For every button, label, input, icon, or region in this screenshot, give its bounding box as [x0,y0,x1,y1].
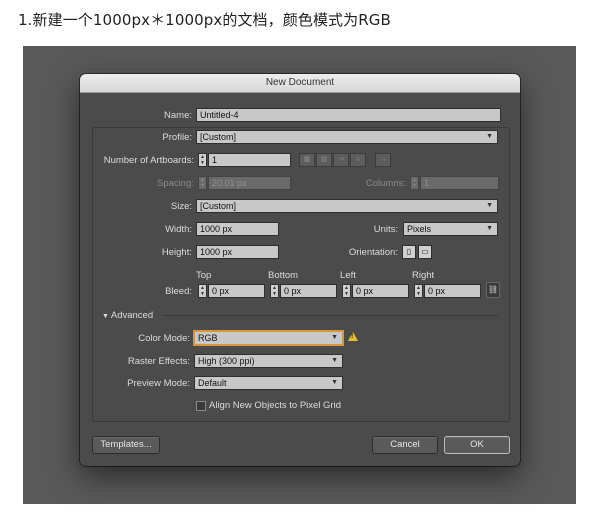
bleed-bottom-stepper[interactable]: ▲ ▼ [270,284,279,298]
preview-mode-select[interactable]: Default ▼ [194,376,343,390]
artboards-label: Number of Artboards: [103,155,194,166]
raster-effects-label: Raster Effects: [127,356,190,367]
chevron-down-icon: ▼ [331,357,338,364]
profile-value: [Custom] [200,132,237,142]
chevron-down-icon: ▼ [331,379,338,386]
color-mode-label: Color Mode: [138,333,190,344]
preview-mode-value: Default [198,378,227,388]
bleed-top-input[interactable]: 0 px [208,284,265,298]
spacing-stepper[interactable]: ▲ ▼ [198,176,207,190]
artboards-stepper[interactable]: ▲ ▼ [198,153,207,167]
warning-triangle-icon: ! [348,332,358,341]
chevron-down-icon: ▼ [486,133,493,140]
templates-button[interactable]: Templates... [92,436,160,454]
name-input[interactable]: Untitled-4 [196,108,501,122]
bleed-right-stepper[interactable]: ▲ ▼ [414,284,423,298]
arrange-by-column-icon[interactable]: ⇣ [350,153,366,167]
height-input[interactable]: 1000 px [196,245,279,259]
spacing-input[interactable]: 20.01 px [208,176,291,190]
bleed-bottom-label: Bottom [268,270,299,281]
size-label: Size: [170,201,192,212]
orientation-label: Orientation: [348,247,398,258]
color-mode-value: RGB [198,333,218,343]
page-caption: 1.新建一个1000px＊1000px的文档，颜色模式为RGB [18,11,391,29]
size-value: [Custom] [200,201,237,211]
align-pixel-grid-checkbox[interactable] [196,401,206,411]
cancel-button[interactable]: Cancel [372,436,438,454]
chain-link-icon[interactable]: ⛓ [486,282,500,298]
ok-button[interactable]: OK [444,436,510,454]
bleed-left-input[interactable]: 0 px [352,284,409,298]
preview-mode-label: Preview Mode: [127,378,190,389]
advanced-toggle[interactable]: ▼ Advanced [102,310,153,321]
spacing-label: Spacing: [157,178,194,189]
size-select[interactable]: [Custom] ▼ [196,199,498,213]
dialog-title: New Document [80,74,520,93]
chevron-down-icon: ▼ [331,334,338,341]
profile-select[interactable]: [Custom] ▼ [196,130,498,144]
units-select[interactable]: Pixels ▼ [403,222,498,236]
bleed-top-stepper[interactable]: ▲ ▼ [198,284,207,298]
columns-label: Columns: [365,178,406,189]
landscape-icon[interactable]: ▭ [418,245,432,259]
portrait-icon[interactable]: ▯ [402,245,416,259]
grid-by-column-icon[interactable]: ▥ [316,153,332,167]
bleed-bottom-input[interactable]: 0 px [280,284,337,298]
name-label: Name: [164,110,192,121]
advanced-divider [162,315,498,316]
bleed-right-label: Right [412,270,435,281]
bleed-label: Bleed: [165,286,192,297]
units-label: Units: [373,224,398,235]
grid-by-row-icon[interactable]: ▦ [299,153,315,167]
chevron-down-icon: ▼ [102,313,111,320]
raster-effects-value: High (300 ppi) [198,356,255,366]
artboards-input[interactable]: 1 [208,153,291,167]
new-document-dialog: New Document Name: Untitled-4 Profile: [… [80,74,520,466]
bleed-left-stepper[interactable]: ▲ ▼ [342,284,351,298]
color-mode-select[interactable]: RGB ▼ [194,331,343,345]
chevron-down-icon: ▼ [486,225,493,232]
bleed-right-input[interactable]: 0 px [424,284,481,298]
chevron-down-icon: ▼ [486,202,493,209]
right-to-left-icon[interactable]: → [375,153,391,167]
bleed-top-label: Top [196,270,212,281]
profile-label: Profile: [162,132,192,143]
screenshot-stage: New Document Name: Untitled-4 Profile: [… [23,46,576,504]
width-input[interactable]: 1000 px [196,222,279,236]
align-pixel-grid-label: Align New Objects to Pixel Grid [209,400,341,411]
raster-effects-select[interactable]: High (300 ppi) ▼ [194,354,343,368]
units-value: Pixels [407,224,432,234]
height-label: Height: [161,247,192,258]
width-label: Width: [165,224,192,235]
bleed-left-label: Left [340,270,356,281]
arrange-by-row-icon[interactable]: ⇢ [333,153,349,167]
columns-input[interactable]: 1 [420,176,499,190]
columns-stepper[interactable]: ▲ ▼ [410,176,419,190]
advanced-label: Advanced [110,310,154,321]
